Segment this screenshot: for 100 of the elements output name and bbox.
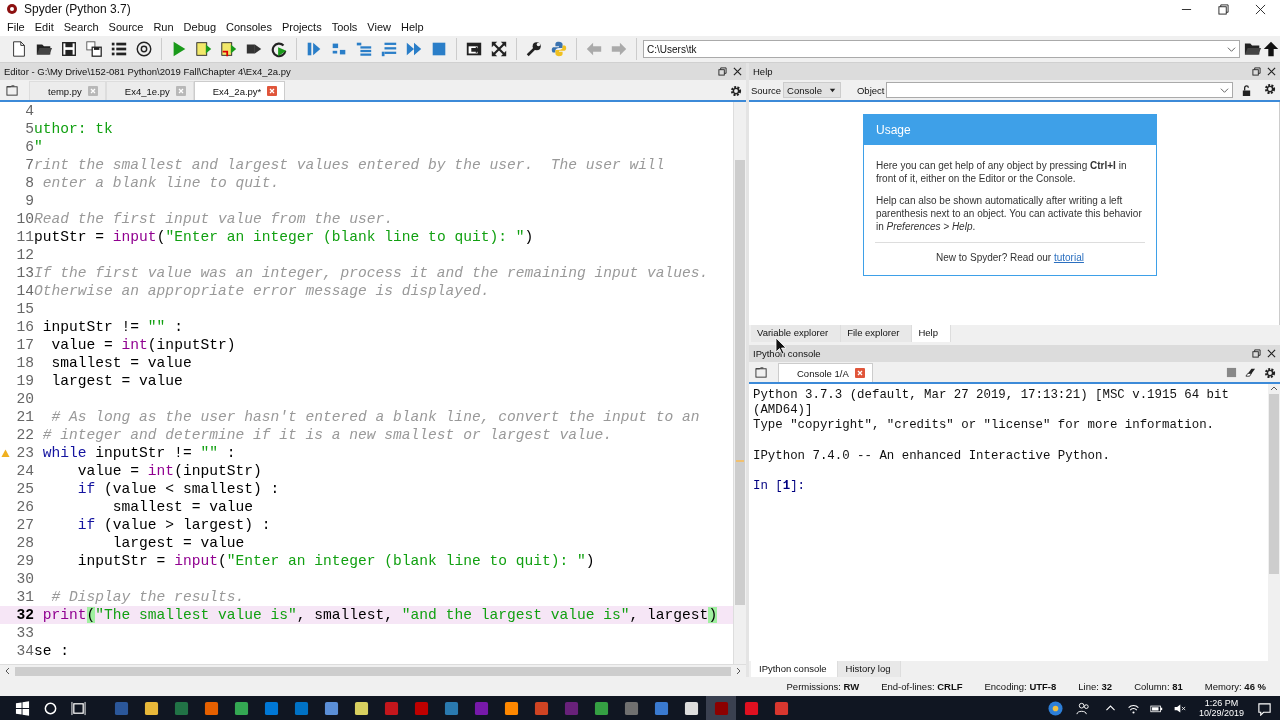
step-into-icon[interactable] (355, 40, 373, 58)
source-dropdown[interactable]: Console (783, 82, 841, 98)
close-icon[interactable] (1255, 3, 1266, 15)
file-tab[interactable]: Ex4_2a.py* (193, 81, 286, 100)
menu-item[interactable]: File (2, 21, 30, 33)
scrollbar[interactable] (734, 102, 746, 664)
help-paragraph: Help can also be shown automatically after writing a left parenthesis next to an object. You can activate this behavior in Preferences > Help. (876, 194, 1143, 233)
menu-item[interactable]: Tools (326, 21, 363, 33)
fullscreen-icon[interactable] (490, 40, 508, 58)
menu-item[interactable]: Edit (29, 21, 59, 33)
source-label: Source (751, 84, 782, 96)
menu-item[interactable]: View (362, 21, 396, 33)
close-tab-icon[interactable] (854, 368, 865, 378)
python-icon[interactable] (550, 40, 568, 58)
pane-tab[interactable]: File explorer (841, 325, 913, 342)
continue-icon[interactable] (405, 40, 423, 58)
run-cell-advance-icon[interactable] (220, 40, 238, 58)
pane-title: IPython console (753, 348, 821, 359)
line-number: 30 (16, 571, 34, 587)
browse-tabs-icon[interactable] (6, 84, 19, 97)
menu-item[interactable]: Run (148, 21, 179, 33)
maximize-pane-icon[interactable] (465, 40, 483, 58)
code-line: smallest = value (50, 355, 192, 371)
code-line: Otherwise an appropriate error message is displayed. (34, 283, 490, 299)
scrollbar[interactable] (1268, 384, 1280, 661)
menu-item[interactable]: Help (396, 21, 429, 33)
close-icon[interactable] (1267, 67, 1276, 76)
object-field[interactable] (886, 82, 1233, 98)
browse-tabs-icon[interactable] (755, 366, 768, 379)
line-number: 31 (16, 589, 34, 605)
lock-icon[interactable] (1241, 84, 1252, 96)
line-number: 18 (16, 355, 34, 371)
code-line: enter a blank line to quit. (41, 175, 280, 191)
line-number: 6 (25, 139, 34, 155)
undock-icon[interactable] (1252, 349, 1261, 358)
menu-item[interactable]: Consoles (221, 21, 277, 33)
notification-icon[interactable] (1257, 700, 1272, 716)
console-tab[interactable]: Console 1/A (778, 363, 873, 382)
close-icon[interactable] (733, 67, 742, 76)
file-tab[interactable]: temp.py (29, 81, 106, 100)
code-line: value = int(inputStr) (50, 337, 236, 353)
settings-icon[interactable] (730, 85, 742, 97)
code-line: inputStr = input("Enter an integer (blank line to quit): ") (76, 553, 595, 569)
windows-start-icon[interactable] (15, 700, 30, 716)
up-arrow-icon[interactable] (1262, 40, 1280, 58)
search-icon[interactable] (43, 700, 58, 716)
undock-icon[interactable] (1252, 67, 1261, 76)
wrench-icon[interactable] (525, 40, 543, 58)
save-icon[interactable] (60, 40, 78, 58)
stop-icon[interactable] (1226, 367, 1237, 378)
status-item: End-of-lines: CRLF (881, 681, 963, 692)
eraser-icon[interactable] (1245, 367, 1256, 378)
code-line: rint the smallest and largest values entered by the user. The user will (34, 157, 665, 173)
run-cell-icon[interactable] (195, 40, 213, 58)
help-icon[interactable] (1047, 700, 1063, 716)
settings-icon[interactable] (1264, 82, 1276, 95)
undock-icon[interactable] (718, 67, 727, 76)
menu-item[interactable]: Projects (276, 21, 327, 33)
code-line: # Display the results. (50, 589, 245, 605)
close-icon[interactable] (1267, 349, 1276, 358)
tutorial-link[interactable]: tutorial (1053, 252, 1084, 263)
code-line: uthor: tk (34, 121, 113, 137)
menu-item[interactable]: Source (103, 21, 149, 33)
settings-icon[interactable] (1264, 367, 1276, 379)
scroll-left-icon[interactable] (3, 667, 11, 675)
line-number: 4 (25, 103, 34, 119)
debug-icon[interactable] (305, 40, 323, 58)
line-number: 28 (16, 535, 34, 551)
pane-tab[interactable]: History log (837, 661, 902, 677)
code-line: largest = value (50, 373, 183, 389)
pane-tab[interactable]: Variable explorer (751, 325, 842, 342)
scroll-right-icon[interactable] (735, 667, 743, 675)
dropdown-icon (1220, 85, 1229, 95)
code-line: smallest = value (111, 499, 253, 515)
menu-item[interactable]: Search (58, 21, 104, 33)
menu-item[interactable]: Debug (178, 21, 222, 33)
pane-tab[interactable]: Help (912, 325, 951, 342)
list-icon[interactable] (110, 40, 128, 58)
new-file-icon[interactable] (10, 40, 28, 58)
stop-icon[interactable] (430, 40, 448, 58)
code-line: value = int(inputStr) (76, 463, 262, 479)
save-all-icon[interactable] (85, 40, 103, 58)
path-field[interactable]: C:\Users\tk (643, 40, 1240, 58)
restore-icon[interactable] (1218, 3, 1229, 15)
task-view-icon[interactable] (71, 700, 86, 716)
line-number: 7 (25, 157, 34, 173)
close-tab-icon[interactable] (267, 86, 278, 96)
status-item: Line: 32 (1078, 681, 1113, 692)
horizontal-scrollbar[interactable] (0, 664, 746, 677)
scroll-up-icon[interactable] (1270, 384, 1278, 392)
pane-tab[interactable]: IPython console (751, 661, 838, 677)
code-line: Read the first input value from the user. (34, 211, 394, 227)
file-tab[interactable]: Ex4_1e.py (105, 81, 194, 100)
pane-title: Editor - G:\My Drive\152-081 Python\2019 Fall\Chapter 4\Ex4_2a.py (4, 66, 291, 77)
status-item: Column: 81 (1134, 681, 1183, 692)
line-number: 11 (16, 229, 34, 245)
rerun-icon[interactable] (270, 40, 288, 58)
code-line: se : (34, 643, 70, 659)
step-out-icon[interactable] (380, 40, 398, 58)
people-icon[interactable] (1075, 700, 1091, 716)
